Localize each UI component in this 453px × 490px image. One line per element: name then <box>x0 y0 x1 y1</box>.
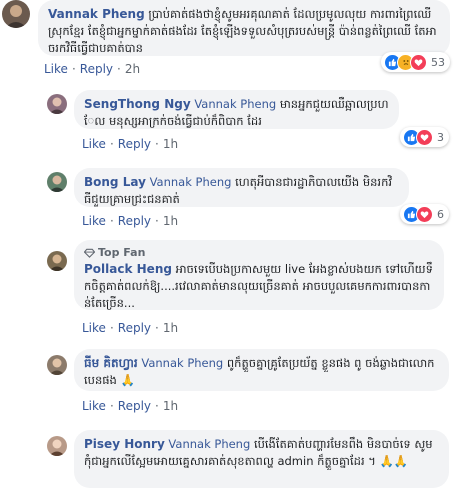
comment-bubble: ធីម គិតហ្វារ Vannak Pheng ពូក៏ត្ហួចគ្នាគ… <box>74 349 449 391</box>
love-reaction-icon <box>416 128 433 146</box>
reaction-count: 6 <box>437 207 444 221</box>
separator-dot: · <box>109 399 114 413</box>
avatar[interactable] <box>47 172 67 192</box>
comment-author[interactable]: ធីម គិតហ្វារ <box>84 356 138 370</box>
mention-tag[interactable]: Vannak Pheng <box>141 356 223 370</box>
avatar-photo-icon <box>2 0 30 28</box>
reaction-count: 3 <box>437 130 444 144</box>
comment-actions: Like · Reply · 1h <box>82 399 178 413</box>
top-fan-badge: Top Fan <box>84 244 434 261</box>
reply-link[interactable]: Reply <box>80 62 113 76</box>
comment-bubble: Top Fan Pollack Heng អាចទេបើបងប្រកាសមួយ … <box>74 240 444 310</box>
comment-bubble: Bong Lay Vannak Pheng ហេតុអីបានជារដ្ឋាភិ… <box>74 168 409 207</box>
pray-emoji: 🙏 <box>120 373 135 387</box>
comment-time[interactable]: 2h <box>125 62 140 76</box>
avatar[interactable] <box>47 94 67 114</box>
reaction-count: 53 <box>431 55 445 69</box>
reaction-summary[interactable]: 6 <box>400 204 449 224</box>
avatar[interactable] <box>47 355 67 375</box>
separator-dot: · <box>117 62 121 76</box>
avatar[interactable] <box>47 251 67 271</box>
pray-emoji: 🙏🙏 <box>379 454 409 468</box>
separator-dot: · <box>155 214 159 228</box>
avatar-photo-icon <box>47 436 67 456</box>
separator-dot: · <box>109 214 114 228</box>
avatar-photo-icon <box>47 94 67 114</box>
comment-author[interactable]: Bong Lay <box>84 175 146 189</box>
like-link[interactable]: Like <box>82 321 106 335</box>
separator-dot: · <box>109 321 114 335</box>
separator-dot: · <box>155 399 159 413</box>
comment-actions: Like · Reply · 1h <box>82 137 178 151</box>
comment-actions: Like · Reply · 1h <box>82 214 178 228</box>
like-link[interactable]: Like <box>44 62 68 76</box>
like-link[interactable]: Like <box>82 399 106 413</box>
reply-link[interactable]: Reply <box>118 321 151 335</box>
mention-tag[interactable]: Vannak Pheng <box>194 97 276 111</box>
comment-author[interactable]: Pisey Honry <box>84 437 165 451</box>
comment-actions: Like · Reply · 2h <box>44 62 140 76</box>
separator-dot: · <box>155 321 159 335</box>
mention-tag[interactable]: Vannak Pheng <box>168 437 250 451</box>
mention-tag[interactable]: Vannak Pheng <box>150 175 232 189</box>
reply-link[interactable]: Reply <box>118 214 151 228</box>
avatar-photo-icon <box>47 251 67 271</box>
avatar[interactable] <box>2 0 30 28</box>
comment-time[interactable]: 1h <box>163 321 178 335</box>
comment-bubble: Vannak Pheng ប្រាប់គាត់ផងថាខ្ញុំសូមអរគុណ… <box>38 0 450 56</box>
like-link[interactable]: Like <box>82 214 106 228</box>
comment-time[interactable]: 1h <box>163 399 178 413</box>
separator-dot: · <box>71 62 76 76</box>
avatar-photo-icon <box>47 355 67 375</box>
reaction-summary[interactable]: 3 <box>400 127 449 147</box>
comment-time[interactable]: 1h <box>163 214 178 228</box>
love-reaction-icon <box>410 53 427 71</box>
avatar-photo-icon <box>47 172 67 192</box>
love-reaction-icon <box>416 205 433 223</box>
comment-actions: Like · Reply · 1h <box>82 321 178 335</box>
avatar[interactable] <box>47 436 67 456</box>
reply-link[interactable]: Reply <box>118 399 151 413</box>
like-link[interactable]: Like <box>82 137 106 151</box>
separator-dot: · <box>155 137 159 151</box>
diamond-icon <box>84 248 95 258</box>
comment-bubble: SengThong Ngy Vannak Pheng មានអ្នកជួយឈឺឆ… <box>74 90 399 129</box>
comment-bubble: Pisey Honry Vannak Pheng បើងើតែគាត់បញ្ហា… <box>74 430 449 488</box>
reaction-summary[interactable]: 53 <box>381 52 450 72</box>
comment-author[interactable]: Pollack Heng <box>84 262 172 276</box>
separator-dot: · <box>109 137 114 151</box>
top-fan-label: Top Fan <box>98 246 146 259</box>
comment-author[interactable]: Vannak Pheng <box>48 7 145 21</box>
comment-author[interactable]: SengThong Ngy <box>84 97 191 111</box>
comment-time[interactable]: 1h <box>163 137 178 151</box>
reply-link[interactable]: Reply <box>118 137 151 151</box>
